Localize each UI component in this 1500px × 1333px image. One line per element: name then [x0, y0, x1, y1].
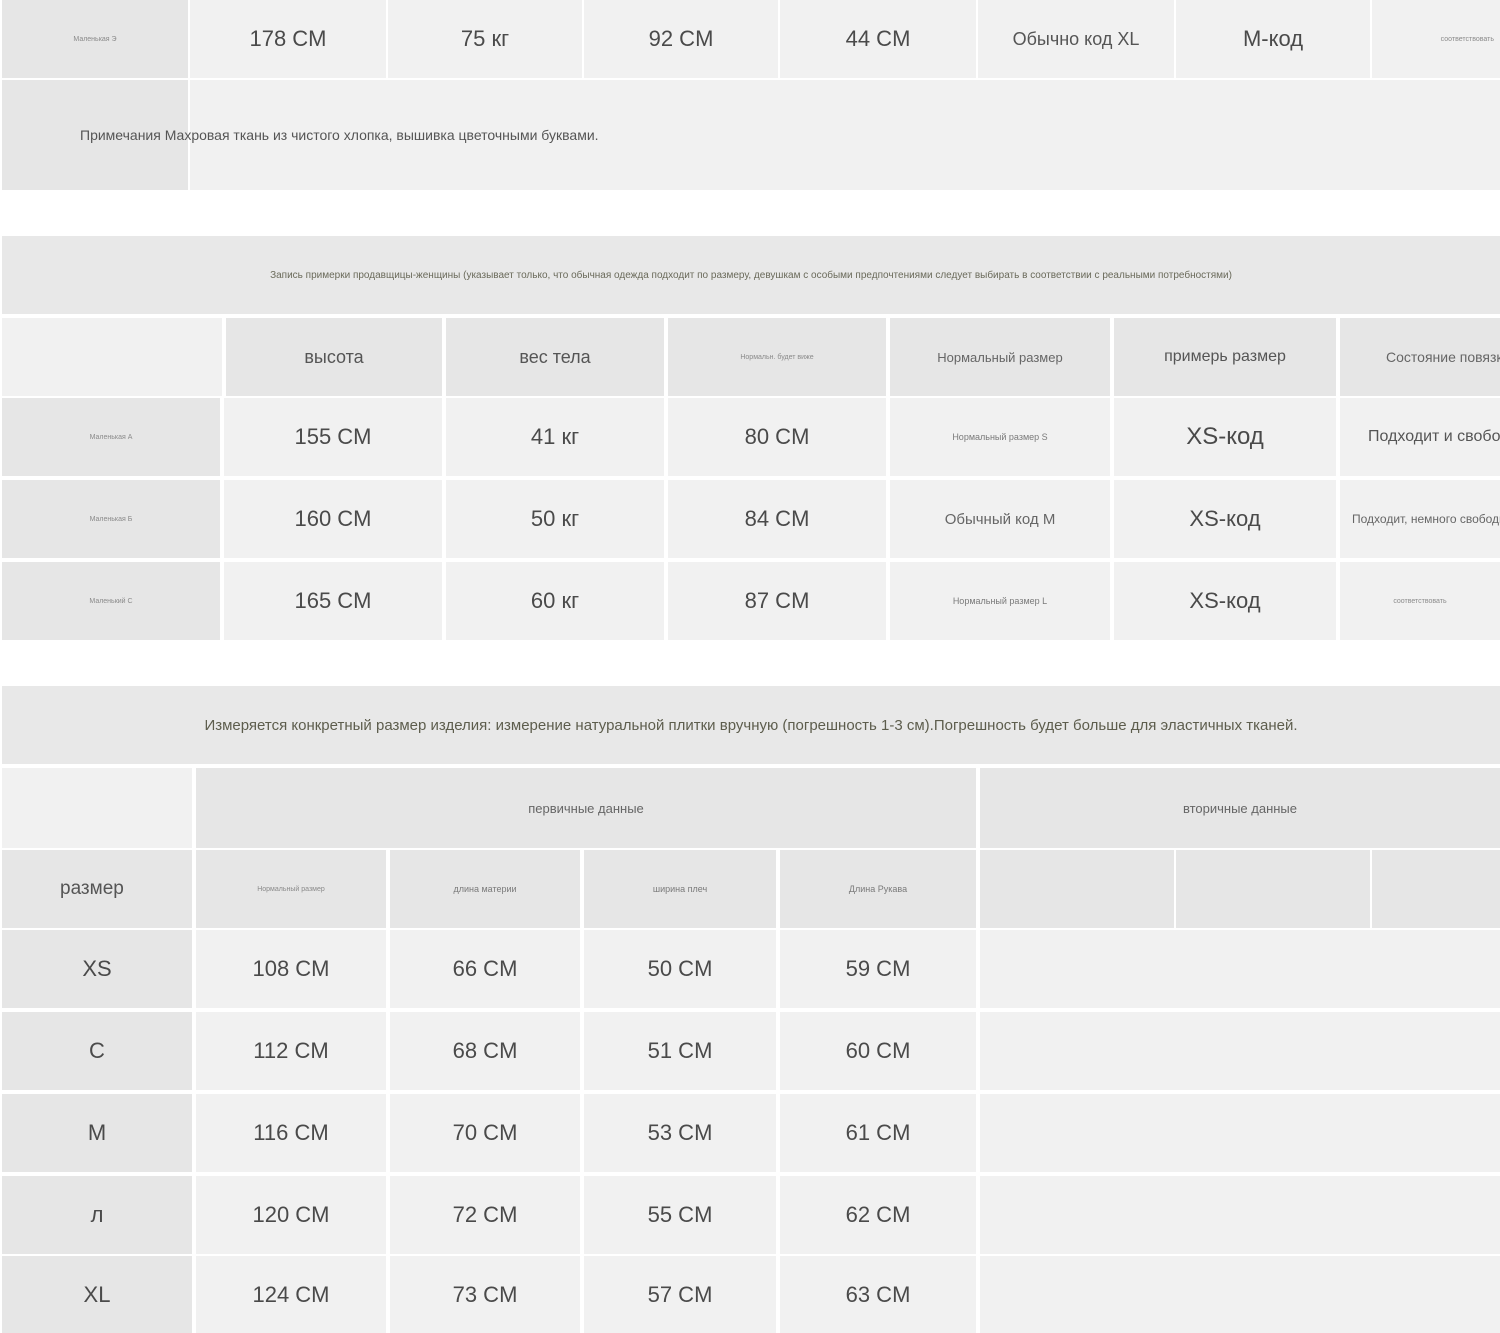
length-value: 72 CM [390, 1176, 580, 1254]
tryon-row-weight: 50 кг [446, 480, 664, 558]
tryon-row-bust: 87 CM [668, 562, 886, 640]
length-value: 68 CM [390, 1012, 580, 1090]
secondary-empty [980, 1256, 1500, 1333]
tryon-row-state: соответствовать [1340, 562, 1500, 640]
tryon-row-normal-size: Нормальный размер L [890, 562, 1110, 640]
tryon-row-name: Маленький С [2, 562, 220, 640]
size-cell: XL [2, 1256, 192, 1333]
tried-size-cell: M-код [1176, 0, 1370, 78]
col-header-empty [1372, 850, 1500, 928]
tryon-row-bust: 84 CM [668, 480, 886, 558]
tryon-row-height: 165 CM [224, 562, 442, 640]
tryon-row-weight: 41 кг [446, 398, 664, 476]
measure-notice-bar: Измеряется конкретный размер изделия: из… [2, 686, 1500, 764]
tryon-row-tried-size: XS-код [1114, 480, 1336, 558]
length-value: 70 CM [390, 1094, 580, 1172]
tryon-corner-cell [2, 318, 222, 396]
shoulder-cell: 44 CM [780, 0, 976, 78]
col-header-sleeve: Длина Рукава [780, 850, 976, 928]
secondary-empty [980, 1012, 1500, 1090]
sleeve-value: 63 CM [780, 1256, 976, 1333]
measure-row: M 116 CM 70 CM 53 CM 61 CM [0, 1094, 1500, 1174]
tryon-row-name: Маленькая А [2, 398, 220, 476]
bust-value: 112 CM [196, 1012, 386, 1090]
model-name-cell: Маленькая Э [2, 0, 188, 78]
height-cell: 178 CM [190, 0, 386, 78]
tryon-row-name: Маленькая Б [2, 480, 220, 558]
normal-size-cell: Обычно код XL [978, 0, 1174, 78]
tryon-header-tried-size: примерь размер [1114, 318, 1336, 396]
measure-row: XL 124 CM 73 CM 57 CM 63 CM [0, 1256, 1500, 1333]
tryon-notice-bar: Запись примерки продавщицы-женщины (указ… [2, 236, 1500, 314]
measure-row: л 120 CM 72 CM 55 CM 62 CM [0, 1176, 1500, 1256]
group-secondary-header: вторичные данные [980, 768, 1500, 848]
tryon-row-normal-size: Обычный код M [890, 480, 1110, 558]
tryon-header-state: Состояние повязки [1340, 318, 1500, 396]
tryon-row-weight: 60 кг [446, 562, 664, 640]
shoulder-value: 51 CM [584, 1012, 776, 1090]
size-cell: XS [2, 930, 192, 1008]
weight-cell: 75 кг [388, 0, 582, 78]
size-header: размер [2, 850, 192, 928]
col-header-empty [980, 850, 1174, 928]
tryon-header-height: высота [226, 318, 442, 396]
size-cell: M [2, 1094, 192, 1172]
bust-value: 124 CM [196, 1256, 386, 1333]
tryon-row-height: 155 CM [224, 398, 442, 476]
col-header-empty [1176, 850, 1370, 928]
measure-row: XS 108 CM 66 CM 50 CM 59 CM [0, 930, 1500, 1010]
tryon-row-tried-size: XS-код [1114, 562, 1336, 640]
size-cell: С [2, 1012, 192, 1090]
bust-value: 116 CM [196, 1094, 386, 1172]
tryon-header-bust: Нормальн. будет виже [668, 318, 886, 396]
shoulder-value: 55 CM [584, 1176, 776, 1254]
length-value: 73 CM [390, 1256, 580, 1333]
measure-row: С 112 CM 68 CM 51 CM 60 CM [0, 1012, 1500, 1092]
shoulder-value: 53 CM [584, 1094, 776, 1172]
sleeve-value: 60 CM [780, 1012, 976, 1090]
length-value: 66 CM [390, 930, 580, 1008]
tryon-row-state: Подходит и свободно [1340, 398, 1500, 476]
col-header-length: длина материи [390, 850, 580, 928]
col-header-bust: Нормальный размер [196, 850, 386, 928]
bust-value: 120 CM [196, 1176, 386, 1254]
state-cell: соответствовать [1372, 0, 1500, 78]
size-cell: л [2, 1176, 192, 1254]
tryon-header-weight: вес тела [446, 318, 664, 396]
tryon-header-normal-size: Нормальный размер [890, 318, 1110, 396]
bust-value: 108 CM [196, 930, 386, 1008]
secondary-empty [980, 1176, 1500, 1254]
shoulder-value: 50 CM [584, 930, 776, 1008]
tryon-row-state: Подходит, немного свободно [1340, 480, 1500, 558]
group-primary-header: первичные данные [196, 768, 976, 848]
tryon-row-bust: 80 CM [668, 398, 886, 476]
bust-cell: 92 CM [584, 0, 778, 78]
measure-corner-cell [2, 768, 192, 848]
secondary-empty [980, 930, 1500, 1008]
tryon-row-normal-size: Нормальный размер S [890, 398, 1110, 476]
secondary-empty [980, 1094, 1500, 1172]
tryon-row-tried-size: XS-код [1114, 398, 1336, 476]
col-header-shoulder: ширина плеч [584, 850, 776, 928]
shoulder-value: 57 CM [584, 1256, 776, 1333]
tryon-row-height: 160 CM [224, 480, 442, 558]
note-cell: Примечания Махровая ткань из чистого хло… [80, 127, 599, 143]
sleeve-value: 59 CM [780, 930, 976, 1008]
sleeve-value: 61 CM [780, 1094, 976, 1172]
sleeve-value: 62 CM [780, 1176, 976, 1254]
